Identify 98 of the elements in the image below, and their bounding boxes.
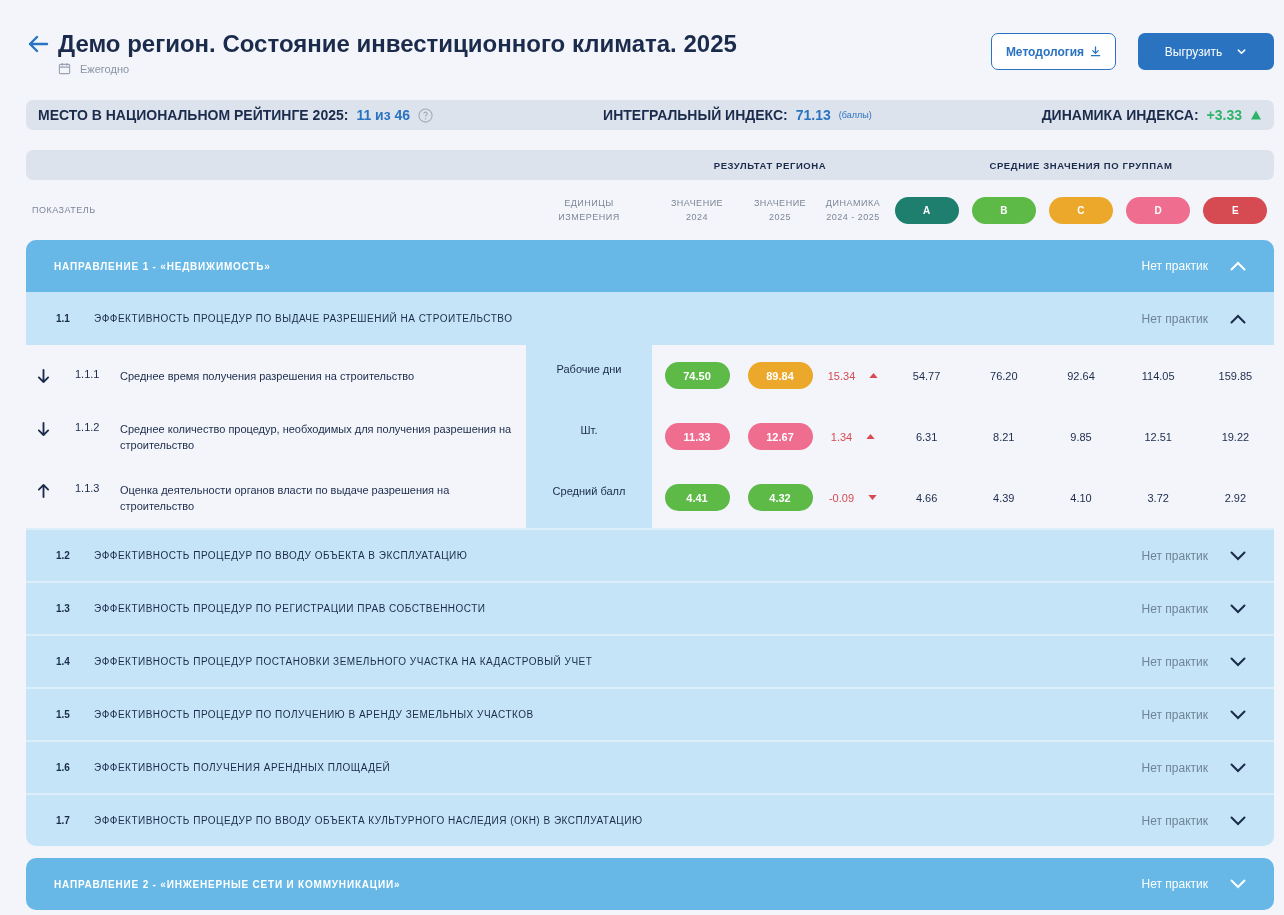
header-button[interactable]: Методология xyxy=(991,33,1116,70)
section-title: ЭФФЕКТИВНОСТЬ ПРОЦЕДУР ПОСТАНОВКИ ЗЕМЕЛЬНОГО УЧАСТКА НА КАДАСТРОВЫЙ УЧЕТ xyxy=(94,656,594,667)
header-button[interactable]: Выгрузить xyxy=(1138,33,1274,70)
section-number: 1.5 xyxy=(56,709,71,720)
table-cell: 8.21 xyxy=(993,430,1015,443)
column-header: ЗНАЧЕНИЕ 2024 xyxy=(670,197,724,224)
section-number: 1.7 xyxy=(56,815,71,826)
download-icon xyxy=(1090,46,1102,57)
unit-label: (баллы) xyxy=(838,110,872,120)
indicator-number: 1.1.1 xyxy=(75,367,101,380)
value-pill: 4.32 xyxy=(747,484,813,511)
direction-title: НАПРАВЛЕНИЕ 2 - «ИНЖЕНЕРНЫЕ СЕТИ И КОММУНИКАЦИИ» xyxy=(54,878,402,890)
section-row[interactable]: 1.7 ЭФФЕКТИВНОСТЬ ПРОЦЕДУР ПО ВВОДУ ОБЪЕКТА КУЛЬТУРНОГО НАСЛЕДИЯ (ОКН) В ЭКСПЛУАТАЦИЮ Нет практик xyxy=(26,793,1274,846)
summary-value: 71.13 xyxy=(795,107,831,123)
chevron-icon[interactable] xyxy=(1230,313,1246,324)
chevron-icon[interactable] xyxy=(1230,550,1246,561)
practice-note: Нет практик xyxy=(1141,654,1208,669)
section-title: ЭФФЕКТИВНОСТЬ ПРОЦЕДУР ПО ВЫДАЧЕ РАЗРЕШЕНИЙ НА СТРОИТЕЛЬСТВО xyxy=(94,313,514,324)
value-pill: 12.67 xyxy=(747,423,813,450)
section-row[interactable]: 1.1 ЭФФЕКТИВНОСТЬ ПРОЦЕДУР ПО ВЫДАЧЕ РАЗРЕШЕНИЙ НА СТРОИТЕЛЬСТВО Нет практик xyxy=(26,292,1274,345)
chevron-icon[interactable] xyxy=(1230,603,1246,614)
summary-label: МЕСТО В НАЦИОНАЛЬНОМ РЕЙТИНГЕ 2025: xyxy=(38,107,349,123)
chevron-icon[interactable] xyxy=(1230,762,1246,773)
table-cell: 114.05 xyxy=(1141,369,1175,382)
change-value: 1.34 xyxy=(830,430,853,443)
table-cell: 4.66 xyxy=(915,491,938,504)
table-cell: 159.85 xyxy=(1218,369,1253,382)
section-row[interactable]: 1.6 ЭФФЕКТИВНОСТЬ ПОЛУЧЕНИЯ АРЕНДНЫХ ПЛОЩАДЕЙ Нет практик xyxy=(26,740,1274,793)
indicator-name: Оценка деятельности органов власти по выдаче разрешения на строительство xyxy=(120,482,451,514)
section-title: ЭФФЕКТИВНОСТЬ ПРОЦЕДУР ПО РЕГИСТРАЦИИ ПРАВ СОБСТВЕННОСТИ xyxy=(94,603,487,614)
indicator-number: 1.1.2 xyxy=(75,420,101,433)
group-pill: E xyxy=(1203,196,1268,224)
indicator-name: Среднее время получения разрешения на строительство xyxy=(120,368,416,384)
section-title: ЭФФЕКТИВНОСТЬ ПРОЦЕДУР ПО ПОЛУЧЕНИЮ В АРЕНДУ ЗЕМЕЛЬНЫХ УЧАСТКОВ xyxy=(94,709,535,720)
value-pill: 89.84 xyxy=(747,362,813,389)
practice-note: Нет практик xyxy=(1141,707,1208,722)
practice-note: Нет практик xyxy=(1141,813,1208,828)
value-pill: 4.41 xyxy=(664,484,730,511)
section-title: ЭФФЕКТИВНОСТЬ ПОЛУЧЕНИЯ АРЕНДНЫХ ПЛОЩАДЕЙ xyxy=(94,762,392,773)
section-number: 1.1 xyxy=(56,313,71,324)
section-row[interactable]: 1.5 ЭФФЕКТИВНОСТЬ ПРОЦЕДУР ПО ПОЛУЧЕНИЮ В АРЕНДУ ЗЕМЕЛЬНЫХ УЧАСТКОВ Нет практик xyxy=(26,687,1274,740)
chevron-down-icon xyxy=(1236,46,1248,57)
unit-label: Средний балл xyxy=(552,485,626,499)
section-title: ЭФФЕКТИВНОСТЬ ПРОЦЕДУР ПО ВВОДУ ОБЪЕКТА В ЭКСПЛУАТАЦИЮ xyxy=(94,550,469,561)
table-cell: 2.92 xyxy=(1224,491,1247,504)
group-pill: A xyxy=(894,196,959,224)
direction-title: НАПРАВЛЕНИЕ 1 - «НЕДВИЖИМОСТЬ» xyxy=(54,260,272,272)
value-pill: 11.33 xyxy=(664,423,730,450)
section-row[interactable]: 1.4 ЭФФЕКТИВНОСТЬ ПРОЦЕДУР ПОСТАНОВКИ ЗЕМЕЛЬНОГО УЧАСТКА НА КАДАСТРОВЫЙ УЧЕТ Нет практик xyxy=(26,634,1274,687)
value-pill: 74.50 xyxy=(664,362,730,389)
indicator-name: Среднее количество процедур, необходимых для получения разрешения на строительство xyxy=(120,421,513,453)
table-cell: 12.51 xyxy=(1144,430,1172,443)
table-cell: 76.20 xyxy=(990,369,1018,382)
table-cell: 9.85 xyxy=(1070,430,1092,443)
column-header: ЕДИНИЦЫ ИЗМЕРЕНИЯ xyxy=(558,197,620,224)
change-value: 15.34 xyxy=(827,369,856,382)
table-cell: 92.64 xyxy=(1067,369,1095,382)
practice-note: Нет практик xyxy=(1141,601,1208,616)
summary-label: ДИНАМИКА ИНДЕКСА: xyxy=(1041,107,1199,123)
table-cell: 4.39 xyxy=(993,491,1015,504)
unit-label: Рабочие дни xyxy=(556,363,622,377)
table-cell: 19.22 xyxy=(1221,430,1250,443)
table-cell: 4.10 xyxy=(1070,491,1092,504)
section-row[interactable]: 1.2 ЭФФЕКТИВНОСТЬ ПРОЦЕДУР ПО ВВОДУ ОБЪЕКТА В ЭКСПЛУАТАЦИЮ Нет практик xyxy=(26,528,1274,581)
period-label: Ежегодно xyxy=(80,62,130,75)
group-header: СРЕДНИЕ ЗНАЧЕНИЯ ПО ГРУППАМ xyxy=(989,159,1173,171)
calendar-icon xyxy=(58,62,71,75)
practice-note: Нет практик xyxy=(1141,311,1208,326)
column-header: ПОКАЗАТЕЛЬ xyxy=(31,204,96,217)
section-number: 1.6 xyxy=(56,762,71,773)
section-row[interactable]: 1.3 ЭФФЕКТИВНОСТЬ ПРОЦЕДУР ПО РЕГИСТРАЦИИ ПРАВ СОБСТВЕННОСТИ Нет практик xyxy=(26,581,1274,634)
chevron-icon[interactable] xyxy=(1230,656,1246,667)
table-cell: 3.72 xyxy=(1147,491,1169,504)
unit-label: Шт. xyxy=(580,424,598,438)
chevron-icon[interactable] xyxy=(1230,815,1246,826)
section-number: 1.4 xyxy=(56,656,71,667)
column-header: ДИНАМИКА 2024 - 2025 xyxy=(825,197,881,224)
group-pill: C xyxy=(1049,196,1113,224)
section-title: ЭФФЕКТИВНОСТЬ ПРОЦЕДУР ПО ВВОДУ ОБЪЕКТА КУЛЬТУРНОГО НАСЛЕДИЯ (ОКН) В ЭКСПЛУАТАЦИЮ xyxy=(94,815,644,826)
summary-value: 11 из 46 xyxy=(356,107,411,123)
practice-note: Нет практик xyxy=(1141,760,1208,775)
change-value: -0.09 xyxy=(828,491,855,504)
section-number: 1.2 xyxy=(56,550,71,561)
practice-note: Нет практик xyxy=(1141,877,1208,891)
column-header: ЗНАЧЕНИЕ 2025 xyxy=(753,197,807,224)
chevron-icon[interactable] xyxy=(1230,709,1246,720)
group-header: РЕЗУЛЬТАТ РЕГИОНА xyxy=(713,159,827,171)
summary-label: ИНТЕГРАЛЬНЫЙ ИНДЕКС: xyxy=(603,107,788,123)
summary-value: +3.33 xyxy=(1206,107,1242,123)
group-pill: D xyxy=(1126,196,1191,224)
indicator-number: 1.1.3 xyxy=(75,481,101,494)
section-number: 1.3 xyxy=(56,603,71,614)
page-title: Демо регион. Состояние инвестиционного климата. 2025 xyxy=(58,30,737,58)
practice-note: Нет практик xyxy=(1141,548,1208,563)
group-pill: B xyxy=(971,196,1036,224)
practice-note: Нет практик xyxy=(1141,259,1208,273)
table-cell: 6.31 xyxy=(915,430,938,443)
table-cell: 54.77 xyxy=(912,369,941,382)
